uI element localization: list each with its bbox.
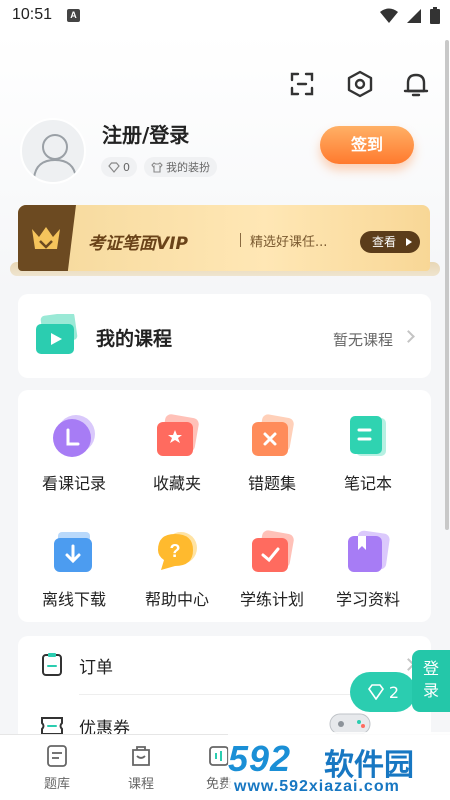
floating-points-button[interactable]: 2 [350, 672, 416, 712]
tab-course[interactable]: 课程 [101, 735, 181, 800]
points-badge[interactable]: 0 [101, 157, 137, 177]
plan-icon [252, 530, 294, 572]
vip-view-button[interactable]: 查看 [360, 231, 420, 253]
course-play-icon [36, 314, 78, 354]
diamond-icon [108, 161, 120, 173]
question-bank-icon [47, 745, 67, 767]
materials-icon [348, 530, 390, 572]
crown-icon [32, 227, 60, 249]
feature-label: 笔记本 [343, 474, 392, 493]
signin-button[interactable]: 签到 [320, 126, 414, 164]
feature-study-plan[interactable]: 学练计划 [222, 508, 322, 609]
feature-label: 学练计划 [239, 590, 304, 609]
features-grid: 看课记录 收藏夹 错题集 笔记本 离线下载 ? 帮助中心 学练计划 学习资料 [18, 390, 431, 622]
history-icon [53, 415, 95, 457]
favorite-icon [157, 414, 199, 456]
play-arrow-icon [406, 238, 412, 246]
feature-study-materials[interactable]: 学习资料 [318, 508, 418, 609]
vip-banner[interactable]: 考证笔面VIP 精选好课任... 查看 [18, 205, 430, 271]
free-icon [209, 746, 229, 766]
feature-help-center[interactable]: ? 帮助中心 [127, 508, 227, 609]
order-label: 订单 [79, 658, 113, 678]
shirt-icon [151, 161, 163, 173]
feature-wrong-questions[interactable]: 错题集 [222, 392, 322, 493]
feature-label: 离线下载 [41, 590, 106, 609]
tab-label: 课程 [127, 777, 154, 792]
notification-icon: A [67, 9, 80, 22]
vip-subtitle: 精选好课任... [250, 235, 328, 250]
status-icons [380, 7, 440, 24]
order-icon [42, 653, 62, 676]
login-register-link[interactable]: 注册/登录 [102, 119, 189, 148]
vip-divider [240, 233, 241, 247]
feature-history[interactable]: 看课记录 [24, 392, 124, 493]
vip-title: 考证笔面VIP [88, 234, 188, 254]
watermark-logo: 592 [228, 738, 292, 779]
feature-favorites[interactable]: 收藏夹 [127, 392, 227, 493]
download-icon [54, 532, 92, 572]
status-bar: 10:51 A [0, 0, 450, 32]
notebook-icon [350, 416, 386, 456]
chevron-right-icon [402, 330, 415, 343]
signal-icon [407, 8, 421, 23]
bell-icon[interactable] [402, 70, 430, 98]
tab-label: 题库 [43, 777, 70, 792]
settings-icon[interactable] [346, 70, 374, 98]
wifi-icon [380, 8, 398, 23]
status-time: 10:51 [12, 6, 53, 23]
scan-icon[interactable] [288, 70, 316, 98]
floating-login-button[interactable]: 登 录 [412, 650, 450, 712]
vip-crown-badge [18, 205, 76, 271]
diamond-icon [367, 684, 384, 700]
feature-label: 看课记录 [41, 474, 106, 493]
dress-up-badge[interactable]: 我的装扮 [144, 157, 217, 177]
floating-login-text-1: 登 [422, 659, 439, 678]
my-course-status: 暂无课程 [332, 331, 393, 349]
feature-label: 学习资料 [335, 590, 400, 609]
feature-label: 帮助中心 [144, 590, 209, 609]
floating-points-value: 2 [388, 682, 400, 702]
watermark: 592 软件园 www.592xiazai.com [228, 732, 450, 800]
scrollbar[interactable] [445, 40, 449, 530]
help-icon: ? [158, 532, 197, 570]
watermark-url: www.592xiazai.com [234, 778, 400, 795]
tab-question-bank[interactable]: 题库 [17, 735, 97, 800]
avatar[interactable] [20, 118, 86, 184]
svg-text:?: ? [170, 541, 181, 561]
feature-offline-download[interactable]: 离线下载 [24, 508, 124, 609]
my-course-card[interactable]: 我的课程 暂无课程 [18, 294, 431, 378]
feature-notebook[interactable]: 笔记本 [318, 392, 418, 493]
my-course-title: 我的课程 [96, 328, 173, 350]
vip-view-label: 查看 [372, 235, 397, 249]
dress-up-label: 我的装扮 [166, 161, 210, 174]
feature-label: 收藏夹 [152, 474, 201, 493]
course-icon [132, 746, 150, 766]
feature-label: 错题集 [247, 474, 296, 493]
battery-icon [430, 7, 440, 24]
floating-login-text-2: 录 [422, 681, 439, 700]
points-value: 0 [123, 160, 130, 174]
wrong-question-icon [252, 414, 294, 456]
